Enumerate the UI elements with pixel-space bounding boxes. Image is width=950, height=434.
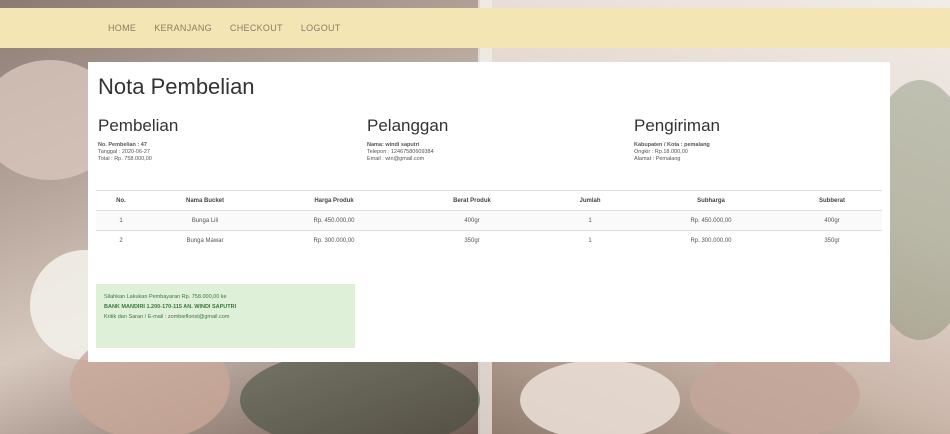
col-nama-bucket: Nama Bucket: [146, 190, 264, 211]
pelanggan-section: Pelanggan Nama: windi saputri Telepon : …: [367, 116, 607, 163]
customer-name: Nama: windi saputri: [367, 142, 420, 148]
cell-berat-produk: 400gr: [404, 210, 540, 231]
feedback-email: Kritik dan Saran / E-mail : zombiefloris…: [104, 314, 230, 320]
nav-keranjang[interactable]: KERANJANG: [154, 23, 212, 33]
navbar: HOME KERANJANG CHECKOUT LOGOUT: [0, 8, 950, 48]
nav-logout[interactable]: LOGOUT: [301, 23, 341, 33]
table-row: 1 Bunga Lili Rp. 450.000,00 400gr 1 Rp. …: [96, 210, 882, 231]
cell-subharga: Rp. 300.000,00: [640, 230, 782, 250]
pembelian-date: Tanggal : 2020-06-27: [98, 149, 150, 155]
pembelian-total: Total : Rp. 758.000,00: [98, 156, 152, 162]
cell-subberat: 400gr: [782, 210, 882, 231]
invoice-card: Nota Pembelian Pembelian No. Pembelian :…: [88, 62, 890, 362]
col-berat-produk: Berat Produk: [404, 190, 540, 211]
cell-jumlah: 1: [540, 210, 640, 231]
page-title: Nota Pembelian: [98, 74, 255, 99]
customer-phone: Telepon : 12467580609384: [367, 149, 434, 155]
payment-alert: Silahkan Lakukan Pembayaran Rp. 758.000,…: [96, 284, 355, 348]
order-table: No. Nama Bucket Harga Produk Berat Produ…: [96, 190, 882, 250]
cell-nama-bucket: Bunga Mawar: [146, 230, 264, 250]
pembelian-number: No. Pembelian : 47: [98, 142, 147, 148]
table-row: 2 Bunga Mawar Rp. 300.000,00 350gr 1 Rp.…: [96, 230, 882, 250]
customer-email: Email : win@gmail.com: [367, 156, 425, 162]
cell-harga-produk: Rp. 300.000,00: [264, 230, 404, 250]
table-header-row: No. Nama Bucket Harga Produk Berat Produ…: [96, 190, 882, 211]
cell-nama-bucket: Bunga Lili: [146, 210, 264, 231]
nav-checkout[interactable]: CHECKOUT: [230, 23, 283, 33]
nav-menu: HOME KERANJANG CHECKOUT LOGOUT: [108, 8, 341, 48]
shipping-address: Alamat : Pemalang: [634, 156, 681, 162]
col-no: No.: [96, 190, 146, 211]
cell-subharga: Rp. 450.000,00: [640, 210, 782, 231]
shipping-city: Kabupaten / Kota : pemalang: [634, 142, 710, 148]
bank-account: BANK MANDIRI 1.200-170-115 AN. WINDI SAP…: [104, 304, 237, 310]
cell-subberat: 350gr: [782, 230, 882, 250]
cell-no: 1: [96, 210, 146, 231]
cell-harga-produk: Rp. 450.000,00: [264, 210, 404, 231]
cell-no: 2: [96, 230, 146, 250]
col-jumlah: Jumlah: [540, 190, 640, 211]
pembelian-heading: Pembelian: [98, 116, 179, 135]
pelanggan-heading: Pelanggan: [367, 116, 449, 135]
col-subharga: Subharga: [640, 190, 782, 211]
payment-instruction: Silahkan Lakukan Pembayaran Rp. 758.000,…: [104, 294, 227, 300]
col-subberat: Subberat: [782, 190, 882, 211]
col-harga-produk: Harga Produk: [264, 190, 404, 211]
pengiriman-section: Pengiriman Kabupaten / Kota : pemalang O…: [634, 116, 874, 163]
shipping-cost: Ongkir : Rp.18.000,00: [634, 149, 688, 155]
cell-berat-produk: 350gr: [404, 230, 540, 250]
nav-home[interactable]: HOME: [108, 23, 136, 33]
pembelian-section: Pembelian No. Pembelian : 47 Tanggal : 2…: [98, 116, 338, 163]
cell-jumlah: 1: [540, 230, 640, 250]
pengiriman-heading: Pengiriman: [634, 116, 720, 135]
